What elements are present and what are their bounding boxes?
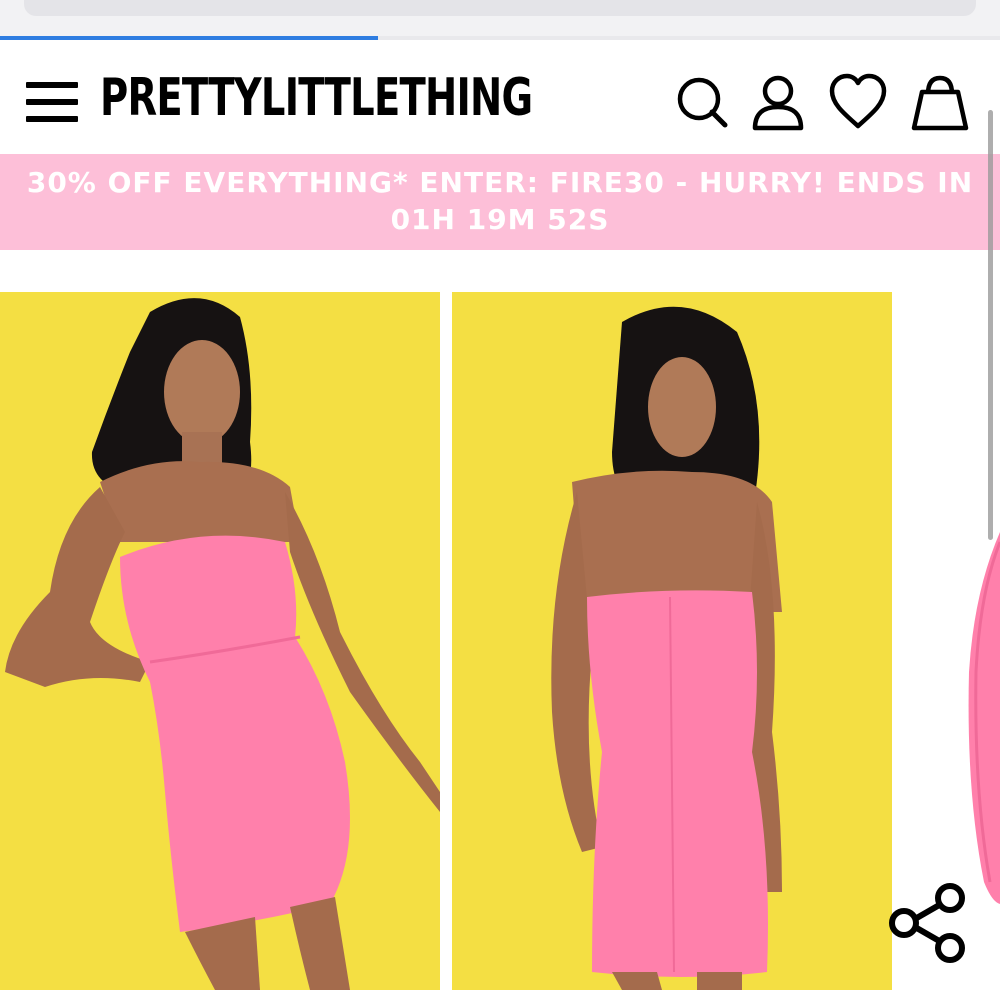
search-icon[interactable] xyxy=(672,72,732,132)
product-image-front[interactable] xyxy=(0,292,440,990)
menu-icon[interactable] xyxy=(26,82,78,122)
browser-toolbar xyxy=(0,0,1000,36)
scrollbar[interactable] xyxy=(988,110,993,540)
shopping-bag-icon[interactable] xyxy=(910,72,970,132)
promo-countdown: 01H 19M 52S xyxy=(390,203,610,236)
wishlist-heart-icon[interactable] xyxy=(828,72,888,132)
promo-text: 30% OFF EVERYTHING* ENTER: FIRE30 - HURR… xyxy=(26,166,974,199)
share-icon[interactable] xyxy=(884,878,974,968)
brand-logo[interactable]: PRETTYLITTLETHING xyxy=(100,66,533,130)
address-bar[interactable] xyxy=(24,0,976,16)
site-header: PRETTYLITTLETHING xyxy=(0,40,1000,154)
promo-banner[interactable]: 30% OFF EVERYTHING* ENTER: FIRE30 - HURR… xyxy=(0,154,1000,250)
product-image-back[interactable] xyxy=(452,292,892,990)
account-icon[interactable] xyxy=(748,72,808,132)
